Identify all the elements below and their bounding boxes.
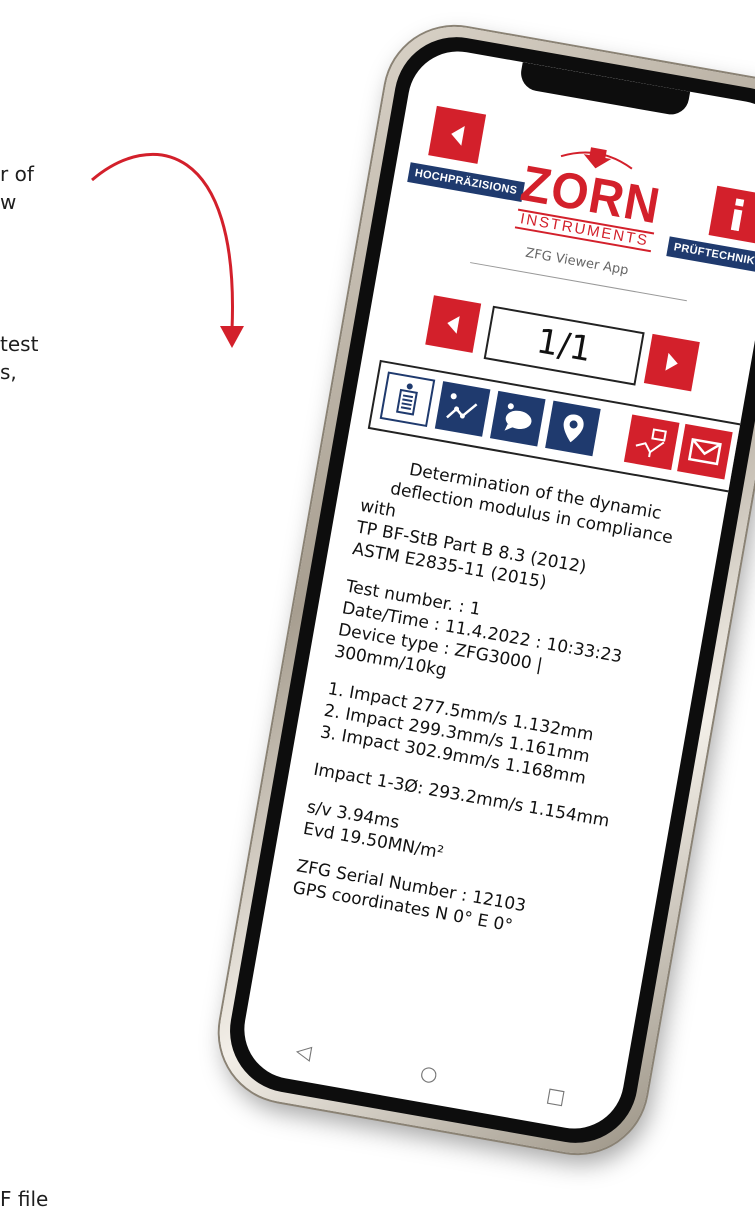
graph-icon <box>446 393 478 419</box>
tab-location[interactable] <box>545 400 601 457</box>
back-button[interactable] <box>428 105 487 164</box>
app-screen: HOCHPRÄZISIONS ZORN INSTRUMENTS PRÜFTECH… <box>236 43 755 1137</box>
report-content: Determination of the dynamic deflection … <box>291 452 705 958</box>
export-icon <box>635 428 667 458</box>
chevron-left-icon <box>451 126 465 146</box>
page-indicator: 1/1 <box>483 305 645 386</box>
phone-frame: HOCHPRÄZISIONS ZORN INSTRUMENTS PRÜFTECH… <box>208 15 755 1165</box>
phone-notch <box>518 62 691 118</box>
next-page-button[interactable] <box>643 333 700 392</box>
side-text-3: test <box>0 332 39 356</box>
nav-back-button[interactable]: ◁ <box>294 1038 313 1064</box>
report-icon <box>396 383 418 416</box>
prev-page-button[interactable] <box>425 295 482 353</box>
navigation-bar: ◁ ○ □ <box>240 1028 622 1118</box>
info-button[interactable] <box>708 185 755 244</box>
phone-bezel: HOCHPRÄZISIONS ZORN INSTRUMENTS PRÜFTECH… <box>220 27 755 1153</box>
email-icon <box>687 437 722 466</box>
zorn-logo: ZORN INSTRUMENTS <box>509 132 674 254</box>
side-text-4: s, <box>0 360 17 384</box>
nav-recent-button[interactable]: □ <box>545 1082 568 1109</box>
comment-icon <box>504 403 532 431</box>
email-button[interactable] <box>677 423 733 480</box>
export-button[interactable] <box>623 414 680 471</box>
tab-graph[interactable] <box>434 381 491 437</box>
info-icon <box>730 198 745 232</box>
side-text-2: w <box>0 190 17 214</box>
chevron-left-icon <box>447 316 460 334</box>
location-icon <box>563 414 584 443</box>
side-text-1: r of <box>0 162 34 186</box>
side-text-5: F file <box>0 1187 49 1211</box>
tab-comment[interactable] <box>489 390 546 447</box>
banner-hochpraezisions: HOCHPRÄZISIONS <box>407 162 525 203</box>
nav-home-button[interactable]: ○ <box>418 1060 439 1087</box>
chevron-right-icon <box>665 352 678 371</box>
banner-pruftechnik: PRÜFTECHNIK <box>666 236 755 273</box>
tab-report[interactable] <box>379 371 436 428</box>
